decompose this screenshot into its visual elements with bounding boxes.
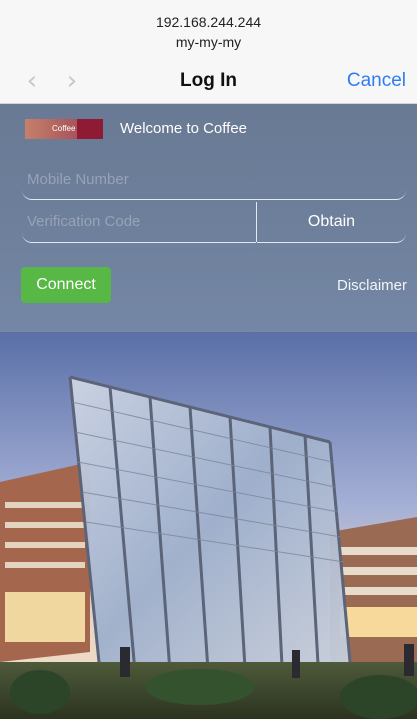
building-photo: [0, 332, 417, 719]
cancel-button[interactable]: Cancel: [347, 69, 406, 93]
address-subtitle: my-my-my: [175, 34, 242, 50]
coffee-logo: Coffee: [25, 119, 103, 139]
verification-code-placeholder: Verification Code: [27, 213, 141, 230]
obtain-code-button[interactable]: Obtain: [257, 207, 406, 243]
verification-code-field[interactable]: Verification Code: [22, 207, 256, 243]
address-host[interactable]: 192.168.244.244: [0, 13, 417, 31]
disclaimer-link[interactable]: Disclaimer: [337, 276, 407, 296]
mobile-number-field[interactable]: Mobile Number: [22, 164, 406, 200]
welcome-text: Welcome to Coffee: [120, 120, 248, 137]
obtain-label: Obtain: [307, 213, 356, 230]
logo-text: Coffee: [52, 124, 76, 133]
browser-header: 192.168.244.244 my-my-my ‹ › Log In Canc…: [0, 0, 417, 104]
connect-button[interactable]: Connect: [21, 267, 111, 303]
mobile-number-placeholder: Mobile Number: [27, 171, 129, 188]
login-panel: Coffee Welcome to Coffee Mobile Number V…: [0, 104, 417, 332]
